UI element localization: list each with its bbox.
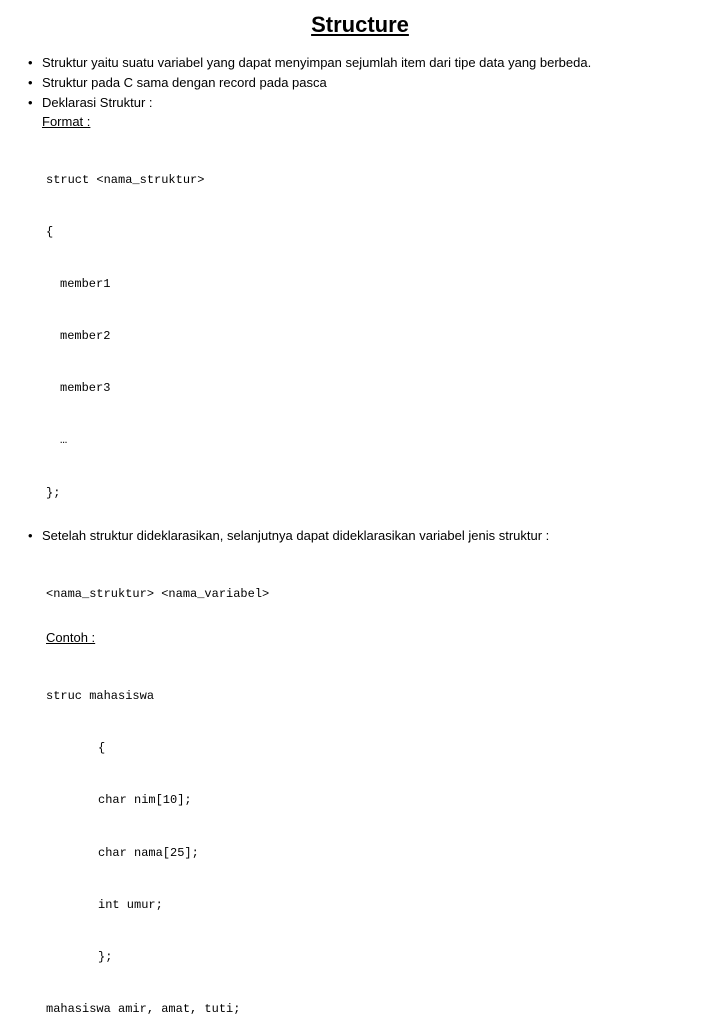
contoh-label: Contoh : xyxy=(46,629,696,647)
code-line: { xyxy=(46,740,696,757)
code-line: member1 xyxy=(46,276,696,293)
page-title: Structure xyxy=(24,12,696,38)
code-line: struc mahasiswa xyxy=(46,688,696,705)
code-block-2: <nama_struktur> <nama_variabel> xyxy=(46,552,696,622)
code-line: … xyxy=(46,432,696,449)
list-item: Deklarasi Struktur : Format : xyxy=(26,94,696,130)
code-line: member3 xyxy=(46,380,696,397)
code-line: char nama[25]; xyxy=(46,845,696,862)
code-line: { xyxy=(46,224,696,241)
list-item-text: Deklarasi Struktur : xyxy=(42,95,153,110)
code-line: }; xyxy=(46,949,696,966)
code-block-3: struc mahasiswa { char nim[10]; char nam… xyxy=(46,653,696,1036)
code-line: char nim[10]; xyxy=(46,792,696,809)
code-line: int umur; xyxy=(46,897,696,914)
bullet-list-2: Setelah struktur dideklarasikan, selanju… xyxy=(26,527,696,545)
list-item: Struktur pada C sama dengan record pada … xyxy=(26,74,696,92)
code-line: member2 xyxy=(46,328,696,345)
format-label: Format : xyxy=(42,114,90,129)
code-line: }; xyxy=(46,485,696,502)
code-line: mahasiswa amir, amat, tuti; xyxy=(46,1001,696,1018)
code-line: <nama_struktur> <nama_variabel> xyxy=(46,586,696,603)
list-item: Setelah struktur dideklarasikan, selanju… xyxy=(26,527,696,545)
list-item: Struktur yaitu suatu variabel yang dapat… xyxy=(26,54,696,72)
code-block-1: struct <nama_struktur> { member1 member2… xyxy=(46,137,696,520)
code-line: struct <nama_struktur> xyxy=(46,172,696,189)
bullet-list-1: Struktur yaitu suatu variabel yang dapat… xyxy=(26,54,696,131)
